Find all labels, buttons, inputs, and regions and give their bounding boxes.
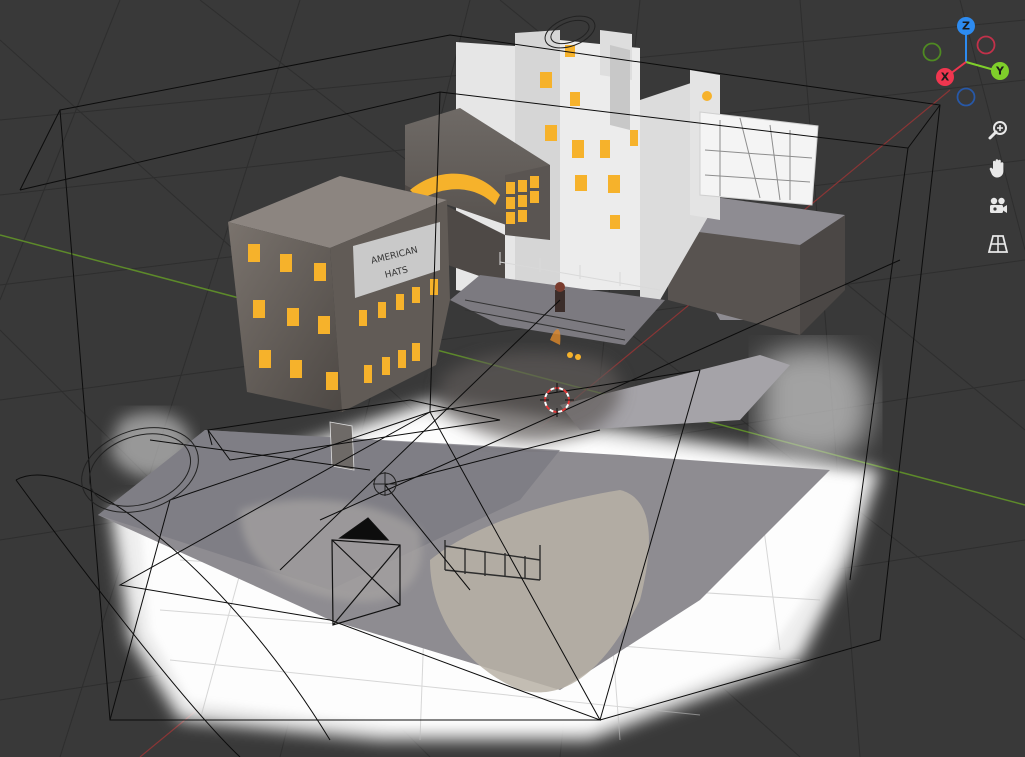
zoom-icon (988, 121, 1007, 140)
pan-button[interactable] (982, 152, 1014, 184)
perspective-grid-icon (987, 235, 1009, 253)
camera-view-icon (990, 197, 1007, 213)
gizmo-neg-y (922, 42, 942, 62)
navigation-gizmo[interactable]: Z Y X (918, 14, 1018, 110)
zoom-button[interactable] (982, 114, 1014, 146)
viewport-navigation (982, 114, 1018, 266)
gizmo-neg-z (956, 87, 976, 107)
pan-hand-icon (989, 159, 1004, 178)
camera-view-button[interactable] (982, 190, 1014, 222)
3d-viewport[interactable]: AMERICAN HATS (0, 0, 1025, 757)
gizmo-z-label: Z (962, 20, 970, 33)
gizmo-y-label: Y (995, 65, 1005, 78)
gizmo-neg-x (976, 35, 996, 55)
gizmo-x-label: X (941, 71, 950, 84)
perspective-toggle-button[interactable] (982, 228, 1014, 260)
